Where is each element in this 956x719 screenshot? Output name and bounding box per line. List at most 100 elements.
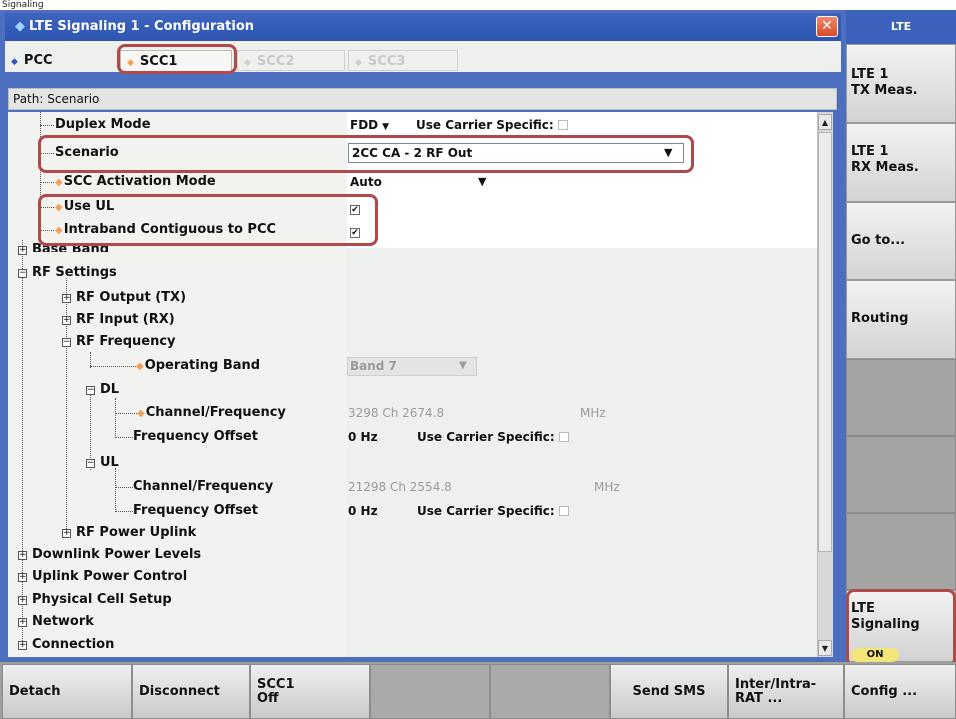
collapse-icon[interactable]: − [86, 386, 95, 395]
window-title: LTE Signaling 1 - Configuration [29, 19, 255, 34]
path-label: Path: [13, 92, 44, 106]
tree-ul[interactable]: UL [100, 455, 119, 471]
expand-icon[interactable]: + [18, 551, 27, 560]
lte-tx-meas-softkey[interactable]: LTE 1 TX Meas. [846, 44, 956, 123]
app-diamond-icon: ◆ [15, 19, 25, 34]
tree-line [22, 240, 23, 645]
dl-channel-value[interactable]: 3298 Ch 2674.8 [348, 405, 444, 421]
tree-downlink-power-levels[interactable]: Downlink Power Levels [32, 547, 201, 563]
expand-icon[interactable]: + [62, 294, 71, 303]
tree-dl-channel-frequency[interactable]: ◆Channel/Frequency [137, 405, 286, 422]
tree-physical-cell-setup[interactable]: Physical Cell Setup [32, 592, 172, 608]
tree-line [115, 398, 116, 438]
lte-rx-meas-softkey[interactable]: LTE 1 RX Meas. [846, 123, 956, 202]
window-titlebar: ◆ LTE Signaling 1 - Configuration [5, 13, 841, 41]
bullet-icon: ◆ [136, 361, 144, 372]
checkbox-icon [558, 432, 569, 442]
highlight-tab-scc1 [117, 44, 237, 74]
dl-offset-value[interactable]: 0 Hz [348, 429, 378, 445]
tree-connection[interactable]: Connection [32, 637, 114, 653]
config-softkey[interactable]: Config ... [844, 664, 956, 719]
scroll-up-icon[interactable]: ▲ [818, 114, 832, 130]
tree-ul-channel-frequency[interactable]: Channel/Frequency [133, 479, 273, 495]
tree-line [115, 468, 116, 512]
tab-pcc[interactable]: ◆ PCC [5, 50, 115, 71]
top-strip-text: Signaling [0, 0, 956, 10]
tree-scc-activation-mode[interactable]: ◆SCC Activation Mode [55, 174, 216, 191]
tab-scc3[interactable]: ◆ SCC3 [348, 50, 458, 71]
routing-softkey[interactable]: Routing [846, 280, 956, 359]
tree-ul-frequency-offset[interactable]: Frequency Offset [133, 503, 258, 519]
highlight-use-ul-intraband [38, 194, 378, 246]
close-button[interactable]: ✕ [816, 16, 838, 37]
expand-icon[interactable]: + [62, 529, 71, 538]
empty-softkey [846, 436, 956, 513]
expand-icon[interactable]: + [62, 316, 71, 325]
empty-softkey [846, 359, 956, 436]
tab-bullet-icon: ◆ [11, 57, 18, 67]
bullet-icon: ◆ [137, 408, 145, 419]
tab-bullet-icon: ◆ [355, 58, 362, 68]
ul-channel-unit: MHz [594, 480, 620, 494]
tree-dl-frequency-offset[interactable]: Frequency Offset [133, 429, 258, 445]
path-bar: Path: Scenario [8, 88, 837, 110]
detach-softkey[interactable]: Detach [2, 664, 132, 719]
tree-rf-frequency[interactable]: RF Frequency [76, 334, 176, 350]
tree-line [115, 487, 133, 488]
collapse-icon[interactable]: − [62, 338, 71, 347]
empty-softkey [370, 664, 490, 719]
dl-channel-unit: MHz [580, 406, 606, 420]
dropdown-arrow-icon: ▼ [478, 175, 487, 188]
collapse-icon[interactable]: − [18, 269, 27, 278]
highlight-lte-signaling [846, 589, 956, 667]
scc1-off-softkey[interactable]: SCC1 Off [250, 664, 370, 719]
scrollbar-thumb[interactable] [818, 132, 832, 552]
tree-rf-input[interactable]: RF Input (RX) [76, 312, 175, 328]
disconnect-softkey[interactable]: Disconnect [132, 664, 250, 719]
expand-icon[interactable]: + [18, 596, 27, 605]
use-carrier-specific-dl[interactable]: Use Carrier Specific: [417, 429, 569, 445]
tree-duplex-mode[interactable]: Duplex Mode [55, 117, 151, 133]
checkbox-icon [558, 506, 569, 516]
tab-bullet-icon: ◆ [244, 58, 251, 68]
tree-operating-band[interactable]: ◆Operating Band [136, 358, 260, 375]
tree-line [115, 413, 137, 414]
expand-icon[interactable]: + [18, 641, 27, 650]
use-carrier-specific-duplex[interactable]: Use Carrier Specific: [416, 117, 568, 133]
tree-rf-power-uplink[interactable]: RF Power Uplink [76, 525, 196, 541]
tree-dl[interactable]: DL [100, 382, 119, 398]
tree-rf-output[interactable]: RF Output (TX) [76, 290, 186, 306]
ul-offset-value[interactable]: 0 Hz [348, 503, 378, 519]
empty-softkey [846, 513, 956, 590]
tree-line [40, 182, 54, 183]
inter-intra-rat-softkey[interactable]: Inter/Intra- RAT ... [728, 664, 844, 719]
dropdown-arrow-icon: ▼ [382, 122, 390, 132]
highlight-scenario [38, 135, 694, 173]
use-carrier-specific-ul[interactable]: Use Carrier Specific: [417, 503, 569, 519]
tree-rf-settings[interactable]: RF Settings [32, 265, 117, 281]
tree-uplink-power-control[interactable]: Uplink Power Control [32, 569, 187, 585]
softkey-header: LTE [846, 10, 956, 44]
bullet-icon: ◆ [55, 177, 63, 188]
ul-channel-value[interactable]: 21298 Ch 2554.8 [348, 479, 452, 495]
checkbox-icon [557, 120, 568, 130]
tree-line [90, 366, 136, 367]
duplex-mode-select[interactable]: FDD ▼ [350, 117, 389, 135]
tree-network[interactable]: Network [32, 614, 94, 630]
tree-line [40, 125, 54, 126]
collapse-icon[interactable]: − [86, 459, 95, 468]
empty-softkey [490, 664, 610, 719]
operating-band-value: Band 7 [350, 359, 397, 373]
tab-scc2[interactable]: ◆ SCC2 [237, 50, 345, 71]
dropdown-arrow-icon: ▼ [459, 360, 467, 371]
scroll-down-icon[interactable]: ▼ [818, 640, 832, 656]
tree-line [115, 511, 133, 512]
scc-activation-value: Auto [350, 175, 382, 189]
expand-icon[interactable]: + [18, 618, 27, 627]
expand-icon[interactable]: + [18, 573, 27, 582]
goto-softkey[interactable]: Go to... [846, 202, 956, 280]
tree-line [115, 437, 133, 438]
send-sms-softkey[interactable]: Send SMS [610, 664, 728, 719]
expand-icon[interactable]: + [18, 246, 27, 255]
path-value: Scenario [47, 92, 100, 106]
